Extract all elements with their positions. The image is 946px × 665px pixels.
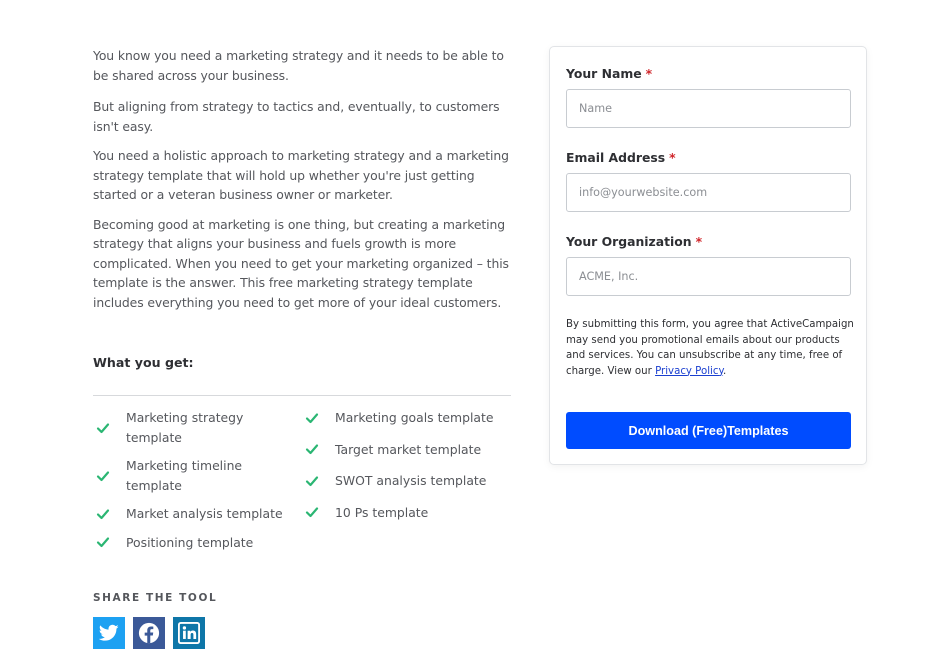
checkmark-icon — [305, 413, 319, 423]
list-item: Marketing strategy template — [96, 408, 286, 447]
consent-text: By submitting this form, you agree that … — [566, 319, 854, 377]
email-field[interactable] — [566, 173, 851, 212]
checkmark-icon — [96, 537, 110, 548]
organization-label: Your Organization * — [566, 234, 703, 249]
what-you-get-title: What you get: — [93, 355, 194, 370]
download-templates-button[interactable]: Download (Free)Templates — [566, 412, 851, 449]
list-item: Marketing timeline template — [96, 456, 286, 495]
checkmark-icon — [305, 476, 319, 486]
intro-paragraph: You need a holistic approach to marketin… — [93, 148, 509, 202]
share-buttons — [93, 617, 213, 649]
name-field[interactable] — [566, 89, 851, 128]
checkmark-icon — [305, 444, 319, 455]
privacy-policy-link[interactable]: Privacy Policy — [655, 366, 723, 377]
benefits-list-right: Marketing goals template Target market t… — [305, 408, 515, 534]
list-item: SWOT analysis template — [305, 471, 515, 491]
facebook-share-button[interactable] — [133, 617, 165, 649]
intro-section: You know you need a marketing strategy a… — [93, 46, 513, 322]
linkedin-icon — [178, 622, 200, 644]
list-item: 10 Ps template — [305, 503, 515, 523]
list-item-label: Market analysis template — [126, 506, 283, 521]
divider — [93, 395, 511, 396]
required-mark: * — [669, 150, 676, 165]
required-mark: * — [695, 234, 703, 249]
facebook-icon — [138, 622, 160, 644]
benefits-list-left: Marketing strategy template Marketing ti… — [96, 408, 286, 561]
list-item: Market analysis template — [96, 504, 286, 524]
linkedin-share-button[interactable] — [173, 617, 205, 649]
checkmark-icon — [305, 507, 319, 518]
intro-paragraph: But aligning from strategy to tactics an… — [93, 99, 500, 134]
list-item-label: SWOT analysis template — [335, 473, 487, 488]
share-title: SHARE THE TOOL — [93, 592, 218, 604]
list-item-label: Marketing timeline template — [126, 458, 243, 493]
checkmark-icon — [96, 422, 110, 433]
checkmark-icon — [96, 509, 110, 519]
list-item-label: 10 Ps template — [335, 504, 429, 520]
list-item: Target market template — [305, 440, 515, 460]
intro-paragraph: Becoming good at marketing is one thing,… — [93, 216, 509, 310]
list-item-label: Marketing goals template — [335, 410, 494, 425]
twitter-icon — [99, 624, 119, 641]
email-label: Email Address * — [566, 150, 676, 165]
name-label: Your Name * — [566, 66, 653, 81]
list-item-label: Marketing strategy template — [126, 410, 244, 445]
list-item-label: Positioning template — [126, 534, 254, 550]
twitter-share-button[interactable] — [93, 617, 125, 649]
list-item: Marketing goals template — [305, 408, 515, 428]
intro-paragraph: You know you need a marketing strategy a… — [93, 48, 504, 83]
required-mark: * — [645, 66, 653, 81]
download-form: Your Name* Email Address* Your Organizat… — [549, 46, 867, 465]
list-item: Positioning template — [96, 533, 286, 553]
organization-field[interactable] — [566, 257, 851, 296]
list-item-label: Target market template — [335, 441, 482, 457]
checkmark-icon — [96, 470, 110, 481]
